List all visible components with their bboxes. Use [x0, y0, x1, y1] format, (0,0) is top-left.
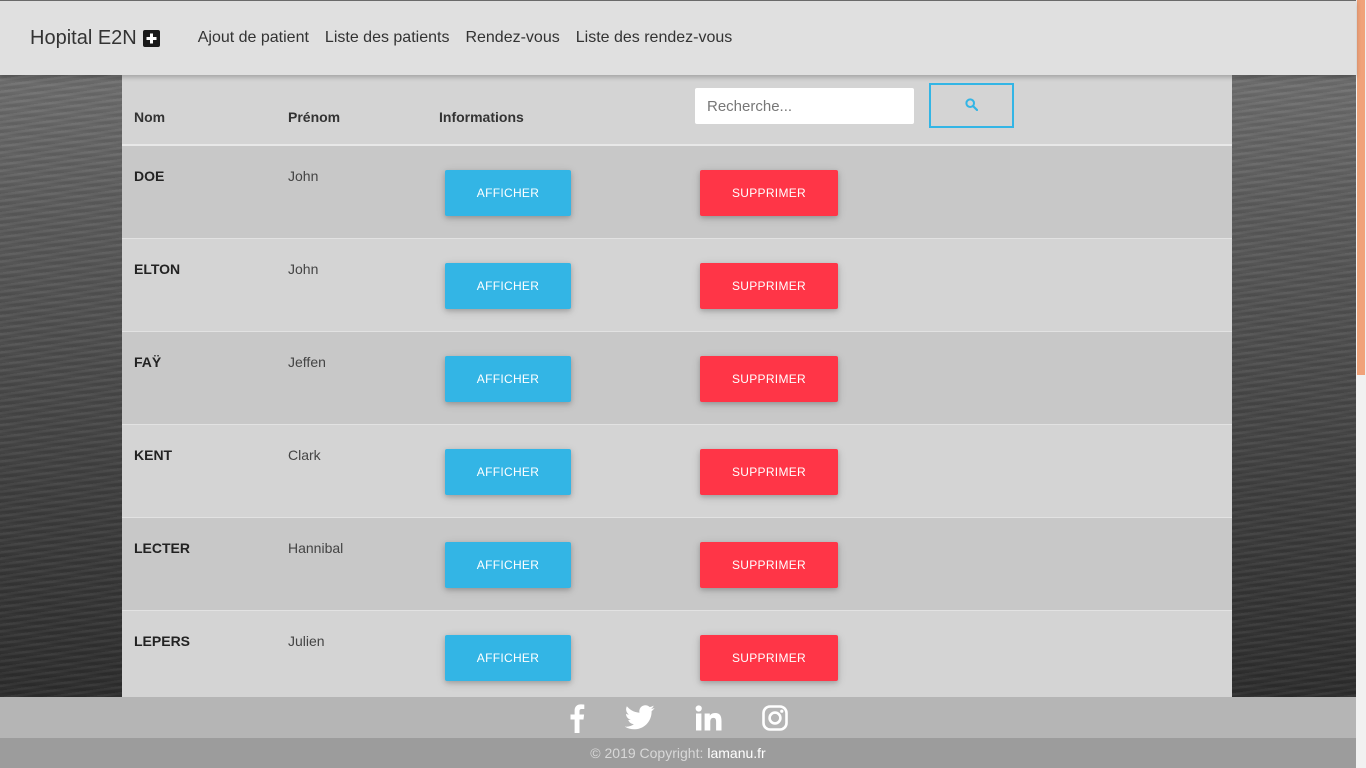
scrollbar-thumb[interactable]	[1357, 0, 1365, 375]
header-nom: Nom	[134, 109, 166, 125]
page-scrollbar[interactable]	[1356, 0, 1366, 768]
cell-nom: LECTER	[134, 540, 190, 556]
cell-prenom: John	[288, 261, 319, 277]
nav-link-ajout-patient[interactable]: Ajout de patient	[198, 29, 309, 47]
twitter-icon[interactable]	[624, 705, 655, 730]
copyright-text: © 2019 Copyright:	[590, 745, 704, 761]
patients-table: Nom Prénom Informations DOE John AFFICHE…	[122, 75, 1232, 697]
cell-prenom: Clark	[288, 447, 321, 463]
search-input[interactable]	[695, 88, 914, 124]
lamanu-link[interactable]: lamanu.fr	[707, 745, 765, 761]
afficher-button[interactable]: AFFICHER	[445, 449, 571, 495]
cell-prenom: Jeffen	[288, 354, 326, 370]
facebook-icon[interactable]	[569, 703, 585, 733]
table-header: Nom Prénom Informations	[122, 75, 1232, 146]
supprimer-button[interactable]: SUPPRIMER	[700, 449, 838, 495]
cell-nom: FAŸ	[134, 354, 162, 370]
cell-nom: KENT	[134, 447, 173, 463]
nav-links: Ajout de patient Liste des patients Rend…	[198, 29, 749, 47]
cell-prenom: Hannibal	[288, 540, 344, 556]
afficher-button[interactable]: AFFICHER	[445, 170, 571, 216]
nav-link-liste-rendez-vous[interactable]: Liste des rendez-vous	[576, 29, 733, 47]
table-row: LEPERS Julien AFFICHER SUPPRIMER	[122, 611, 1232, 697]
header-prenom: Prénom	[288, 109, 341, 125]
brand[interactable]: Hopital E2N	[30, 27, 160, 50]
table-row: DOE John AFFICHER SUPPRIMER	[122, 146, 1232, 239]
search-icon	[965, 97, 979, 114]
header-informations: Informations	[439, 109, 524, 125]
supprimer-button[interactable]: SUPPRIMER	[700, 356, 838, 402]
footer-social	[0, 697, 1356, 738]
afficher-button[interactable]: AFFICHER	[445, 635, 571, 681]
afficher-button[interactable]: AFFICHER	[445, 356, 571, 402]
brand-name[interactable]: Hopital E2N	[30, 27, 137, 50]
supprimer-button[interactable]: SUPPRIMER	[700, 635, 838, 681]
supprimer-button[interactable]: SUPPRIMER	[700, 263, 838, 309]
nav-link-rendez-vous[interactable]: Rendez-vous	[465, 29, 559, 47]
nav-link-liste-patients[interactable]: Liste des patients	[325, 29, 450, 47]
footer-copyright: © 2019 Copyright: lamanu.fr	[0, 738, 1356, 768]
plus-square-icon	[142, 29, 160, 47]
cell-nom: LEPERS	[134, 633, 191, 649]
cell-prenom: John	[288, 168, 319, 184]
search-button[interactable]	[929, 83, 1014, 128]
cell-prenom: Julien	[288, 633, 325, 649]
top-navbar: Hopital E2N Ajout de patient Liste des p…	[0, 0, 1356, 75]
table-row: FAŸ Jeffen AFFICHER SUPPRIMER	[122, 332, 1232, 425]
afficher-button[interactable]: AFFICHER	[445, 263, 571, 309]
supprimer-button[interactable]: SUPPRIMER	[700, 542, 838, 588]
linkedin-icon[interactable]	[695, 704, 722, 731]
cell-nom: DOE	[134, 168, 165, 184]
supprimer-button[interactable]: SUPPRIMER	[700, 170, 838, 216]
table-row: ELTON John AFFICHER SUPPRIMER	[122, 239, 1232, 332]
table-row: LECTER Hannibal AFFICHER SUPPRIMER	[122, 518, 1232, 611]
afficher-button[interactable]: AFFICHER	[445, 542, 571, 588]
instagram-icon[interactable]	[761, 704, 788, 731]
cell-nom: ELTON	[134, 261, 181, 277]
table-row: KENT Clark AFFICHER SUPPRIMER	[122, 425, 1232, 518]
